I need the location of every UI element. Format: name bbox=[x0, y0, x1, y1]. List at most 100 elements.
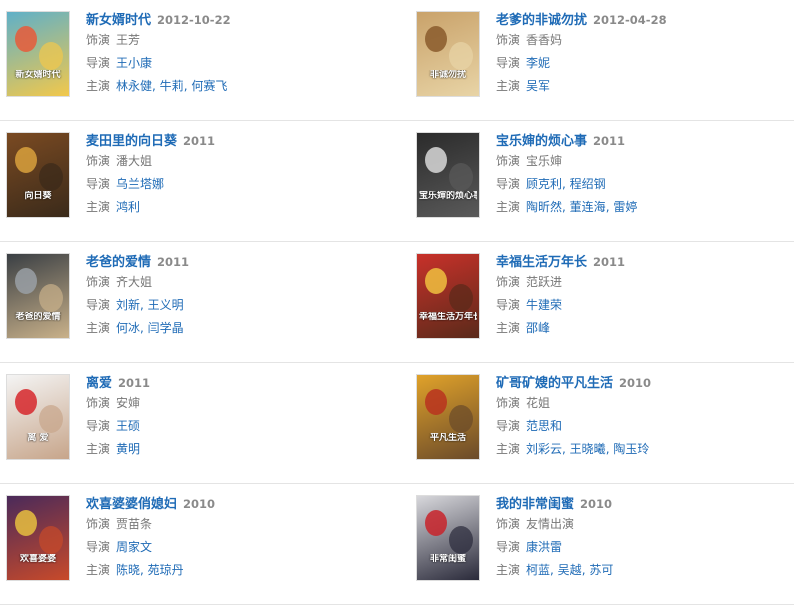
film-title-link[interactable]: 麦田里的向日葵 bbox=[86, 134, 177, 149]
role-label: 饰演 bbox=[496, 154, 521, 168]
cast-link[interactable]: 董连海 bbox=[570, 200, 606, 214]
director-link[interactable]: 顾克利 bbox=[526, 177, 562, 191]
director-link[interactable]: 王义明 bbox=[148, 298, 184, 312]
director-label: 导演 bbox=[86, 298, 111, 312]
director-link[interactable]: 刘新 bbox=[116, 298, 140, 312]
film-title-link[interactable]: 矿哥矿嫂的平凡生活 bbox=[496, 376, 613, 391]
cast-label: 主演 bbox=[496, 321, 521, 335]
director-link[interactable]: 王硕 bbox=[116, 419, 140, 433]
role-line: 饰演 王芳 bbox=[86, 29, 396, 52]
role-label: 饰演 bbox=[496, 33, 521, 47]
director-line: 导演 王硕 bbox=[86, 415, 396, 438]
film-title-link[interactable]: 老爹的非诚勿扰 bbox=[496, 13, 587, 28]
film-title-link[interactable]: 欢喜婆婆俏媳妇 bbox=[86, 497, 177, 512]
film-poster[interactable]: 欢喜婆婆 bbox=[6, 495, 70, 581]
film-info: 新女婿时代 2012-10-22 饰演 王芳 导演 王小康 主演 林永健, 牛莉, 何赛飞 bbox=[86, 9, 396, 98]
film-title-line: 新女婿时代 2012-10-22 bbox=[86, 9, 396, 29]
cast-line: 主演 鸿利 bbox=[86, 196, 396, 219]
cast-link[interactable]: 陈晓 bbox=[116, 563, 140, 577]
cast-link[interactable]: 陶玉玲 bbox=[613, 442, 649, 456]
director-list: 李妮 bbox=[526, 56, 550, 70]
cast-link[interactable]: 牛莉 bbox=[160, 79, 184, 93]
cast-link[interactable]: 柯蓝 bbox=[526, 563, 550, 577]
cast-link[interactable]: 雷婷 bbox=[613, 200, 637, 214]
film-poster[interactable]: 离 爱 bbox=[6, 374, 70, 460]
film-poster[interactable]: 非常闺蜜 bbox=[416, 495, 480, 581]
cast-link[interactable]: 苏可 bbox=[589, 563, 613, 577]
cast-line: 主演 林永健, 牛莉, 何赛飞 bbox=[86, 75, 396, 98]
film-poster[interactable]: 向日葵 bbox=[6, 132, 70, 218]
role-value: 友情出演 bbox=[526, 517, 575, 531]
comma-separator: , bbox=[140, 321, 148, 335]
poster-figure bbox=[449, 405, 473, 433]
film-title-link[interactable]: 我的非常闺蜜 bbox=[496, 497, 574, 512]
cast-link[interactable]: 刘彩云 bbox=[526, 442, 562, 456]
film-row: 新女婿时代 新女婿时代 2012-10-22 饰演 王芳 导演 王小康 主演 林永健, 牛莉, … bbox=[0, 0, 794, 121]
director-list: 范思和 bbox=[526, 419, 562, 433]
cast-line: 主演 何冰, 闫学晶 bbox=[86, 317, 396, 340]
comma-separator: , bbox=[140, 563, 148, 577]
role-value: 潘大姐 bbox=[116, 154, 153, 168]
cast-link[interactable]: 苑琼丹 bbox=[148, 563, 184, 577]
director-label: 导演 bbox=[496, 177, 521, 191]
cast-label: 主演 bbox=[86, 563, 111, 577]
cast-link[interactable]: 陶昕然 bbox=[526, 200, 562, 214]
film-poster[interactable]: 平凡生活 bbox=[416, 374, 480, 460]
director-link[interactable]: 李妮 bbox=[526, 56, 550, 70]
cast-link[interactable]: 邵峰 bbox=[526, 321, 550, 335]
cast-list: 黄明 bbox=[116, 442, 140, 456]
cast-link[interactable]: 何冰 bbox=[116, 321, 140, 335]
cast-link[interactable]: 王晓曦 bbox=[570, 442, 606, 456]
director-link[interactable]: 范思和 bbox=[526, 419, 562, 433]
cast-list: 何冰, 闫学晶 bbox=[116, 321, 184, 335]
director-link[interactable]: 牛建荣 bbox=[526, 298, 562, 312]
director-list: 康洪雷 bbox=[526, 540, 562, 554]
film-poster[interactable]: 宝乐婶的烦心事 bbox=[416, 132, 480, 218]
film-poster[interactable]: 新女婿时代 bbox=[6, 11, 70, 97]
role-label: 饰演 bbox=[86, 154, 111, 168]
film-row: 向日葵 麦田里的向日葵 2011 饰演 潘大姐 导演 乌兰塔娜 主演 鸿利 宝乐婶的烦心事 宝乐婶的… bbox=[0, 121, 794, 242]
poster-title-text: 欢喜婆婆 bbox=[19, 554, 56, 564]
poster-figure bbox=[39, 163, 63, 191]
film-poster[interactable]: 非诚勿扰 bbox=[416, 11, 480, 97]
cast-link[interactable]: 吴越 bbox=[558, 563, 582, 577]
film-title-link[interactable]: 新女婿时代 bbox=[86, 13, 151, 28]
cast-label: 主演 bbox=[86, 79, 111, 93]
film-release-date: 2011 bbox=[593, 255, 626, 269]
film-release-date: 2012-10-22 bbox=[157, 13, 231, 27]
film-card: 离 爱 离爱 2011 饰演 安婶 导演 王硕 主演 黄明 bbox=[6, 363, 396, 483]
poster-figure bbox=[39, 42, 63, 70]
poster-title-text: 非诚勿扰 bbox=[429, 70, 466, 80]
director-link[interactable]: 乌兰塔娜 bbox=[116, 177, 164, 191]
cast-link[interactable]: 林永健 bbox=[116, 79, 152, 93]
cast-link[interactable]: 吴军 bbox=[526, 79, 550, 93]
poster-figure bbox=[449, 526, 473, 554]
film-poster[interactable]: 幸福生活万年长 bbox=[416, 253, 480, 339]
comma-separator: , bbox=[140, 298, 148, 312]
film-info: 麦田里的向日葵 2011 饰演 潘大姐 导演 乌兰塔娜 主演 鸿利 bbox=[86, 130, 396, 219]
film-row: 老爸的爱情 老爸的爱情 2011 饰演 齐大姐 导演 刘新, 王义明 主演 何冰, 闫学晶 幸福生… bbox=[0, 242, 794, 363]
film-card: 欢喜婆婆 欢喜婆婆俏媳妇 2010 饰演 贾苗条 导演 周家文 主演 陈晓, 苑琼丹 bbox=[6, 484, 396, 604]
poster-figure bbox=[15, 389, 37, 415]
film-title-link[interactable]: 离爱 bbox=[86, 376, 112, 391]
cast-line: 主演 陈晓, 苑琼丹 bbox=[86, 559, 396, 582]
cast-link[interactable]: 何赛飞 bbox=[191, 79, 227, 93]
cast-link[interactable]: 闫学晶 bbox=[148, 321, 184, 335]
film-release-date: 2011 bbox=[157, 255, 190, 269]
cast-list: 柯蓝, 吴越, 苏可 bbox=[526, 563, 613, 577]
poster-title-text: 幸福生活万年长 bbox=[419, 312, 477, 322]
film-title-link[interactable]: 宝乐婶的烦心事 bbox=[496, 134, 587, 149]
director-link[interactable]: 王小康 bbox=[116, 56, 152, 70]
film-poster[interactable]: 老爸的爱情 bbox=[6, 253, 70, 339]
director-link[interactable]: 程绍钢 bbox=[570, 177, 606, 191]
film-title-line: 欢喜婆婆俏媳妇 2010 bbox=[86, 493, 396, 513]
director-link[interactable]: 康洪雷 bbox=[526, 540, 562, 554]
director-link[interactable]: 周家文 bbox=[116, 540, 152, 554]
cast-link[interactable]: 鸿利 bbox=[116, 200, 140, 214]
film-title-link[interactable]: 幸福生活万年长 bbox=[496, 255, 587, 270]
cast-label: 主演 bbox=[496, 200, 521, 214]
role-label: 饰演 bbox=[496, 275, 521, 289]
film-title-link[interactable]: 老爸的爱情 bbox=[86, 255, 151, 270]
poster-figure bbox=[425, 389, 447, 415]
cast-link[interactable]: 黄明 bbox=[116, 442, 140, 456]
